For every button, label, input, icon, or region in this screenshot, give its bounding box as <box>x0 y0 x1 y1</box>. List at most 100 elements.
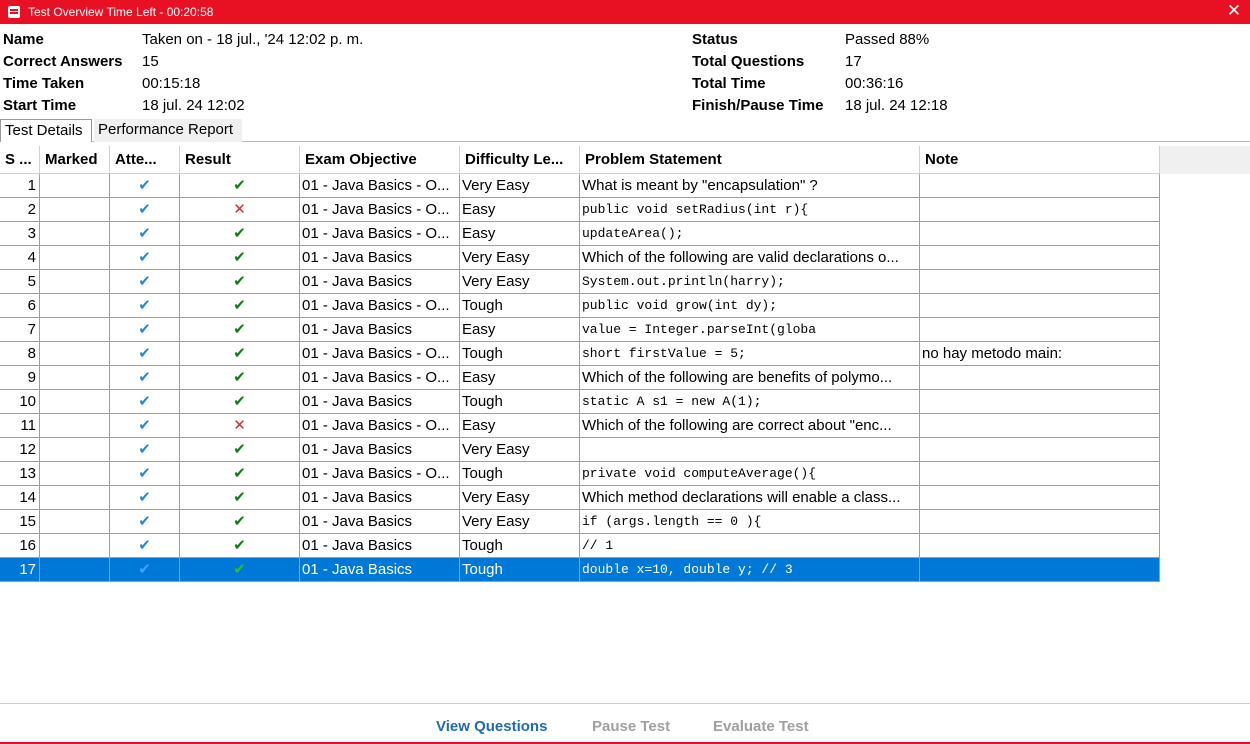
result-cell: ✔ <box>180 390 300 414</box>
attempted-cell: ✔ <box>110 198 180 222</box>
tab-test-details[interactable]: Test Details <box>0 119 92 142</box>
table-row[interactable]: 2 ✔ ✕ 01 - Java Basics - O... Easy public vo… <box>0 198 1160 222</box>
note-cell <box>920 318 1160 342</box>
start-time-label: Start Time <box>3 97 77 114</box>
result-cell: ✔ <box>180 318 300 342</box>
col-problem-statement[interactable]: Problem Statement <box>580 146 920 174</box>
window-title: Test Overview Time Left - 00:20:58 <box>28 5 214 19</box>
table-row[interactable]: 1 ✔ ✔ 01 - Java Basics - O... Very Easy What … <box>0 174 1160 198</box>
correct-check-icon: ✔ <box>233 249 246 266</box>
serial-cell: 5 <box>0 270 40 294</box>
correct-check-icon: ✔ <box>233 441 246 458</box>
attempted-check-icon: ✔ <box>138 393 151 410</box>
table-row[interactable]: 3 ✔ ✔ 01 - Java Basics - O... Easy updateAre… <box>0 222 1160 246</box>
table-row[interactable]: 16 ✔ ✔ 01 - Java Basics Tough// 1 <box>0 534 1160 558</box>
table-row[interactable]: 15 ✔ ✔ 01 - Java Basics Very Easy if (args.l… <box>0 510 1160 534</box>
marked-cell <box>40 342 110 366</box>
table-row[interactable]: 14 ✔ ✔ 01 - Java Basics Very Easy Which metho… <box>0 486 1160 510</box>
attempted-check-icon: ✔ <box>138 273 151 290</box>
start-time-value: 18 jul. 24 12:02 <box>142 97 245 114</box>
serial-cell: 11 <box>0 414 40 438</box>
attempted-cell: ✔ <box>110 438 180 462</box>
pause-test-button[interactable]: Pause Test <box>592 718 670 735</box>
objective-cell: 01 - Java Basics <box>300 558 460 582</box>
attempted-check-icon: ✔ <box>138 225 151 242</box>
table-row[interactable]: 10 ✔ ✔ 01 - Java Basics Tough static A s1 = … <box>0 390 1160 414</box>
result-cell: ✔ <box>180 246 300 270</box>
correct-check-icon: ✔ <box>233 561 246 578</box>
attempted-check-icon: ✔ <box>138 561 151 578</box>
col-serial[interactable]: S ... <box>0 146 40 174</box>
objective-cell: 01 - Java Basics - O... <box>300 222 460 246</box>
attempted-check-icon: ✔ <box>138 201 151 218</box>
table-row[interactable]: 4 ✔ ✔ 01 - Java Basics Very Easy Which of the… <box>0 246 1160 270</box>
table-row[interactable]: 7 ✔ ✔ 01 - Java Basics Easy value = Integer.… <box>0 318 1160 342</box>
table-row[interactable]: 11 ✔ ✕ 01 - Java Basics - O... Easy Which of … <box>0 414 1160 438</box>
tab-performance-report[interactable]: Performance Report <box>94 119 242 142</box>
table-row[interactable]: 6 ✔ ✔ 01 - Java Basics - O... Tough public v… <box>0 294 1160 318</box>
evaluate-test-button[interactable]: Evaluate Test <box>713 718 809 735</box>
difficulty-cell: Very Easy <box>460 174 580 198</box>
marked-cell <box>40 294 110 318</box>
problem-cell: static A s1 = new A(1); <box>580 390 920 414</box>
attempted-cell: ✔ <box>110 414 180 438</box>
problem-cell <box>580 438 920 462</box>
table-row[interactable]: 9 ✔ ✔ 01 - Java Basics - O... Easy Which of t… <box>0 366 1160 390</box>
attempted-check-icon: ✔ <box>138 249 151 266</box>
time-taken-value: 00:15:18 <box>142 75 201 92</box>
correct-check-icon: ✔ <box>233 273 246 290</box>
marked-cell <box>40 438 110 462</box>
attempted-check-icon: ✔ <box>138 417 151 434</box>
correct-answers-value: 15 <box>142 53 159 70</box>
col-exam-objective[interactable]: Exam Objective <box>300 146 460 174</box>
correct-check-icon: ✔ <box>233 177 246 194</box>
time-taken-label: Time Taken <box>3 75 85 92</box>
table-row[interactable]: 8 ✔ ✔ 01 - Java Basics - O... Tough short fir… <box>0 342 1160 366</box>
col-result[interactable]: Result <box>180 146 300 174</box>
result-cell: ✔ <box>180 174 300 198</box>
attempted-check-icon: ✔ <box>138 297 151 314</box>
col-note[interactable]: Note <box>920 146 1160 174</box>
marked-cell <box>40 366 110 390</box>
objective-cell: 01 - Java Basics - O... <box>300 294 460 318</box>
marked-cell <box>40 270 110 294</box>
objective-cell: 01 - Java Basics <box>300 486 460 510</box>
note-cell <box>920 294 1160 318</box>
note-cell <box>920 438 1160 462</box>
objective-cell: 01 - Java Basics - O... <box>300 462 460 486</box>
difficulty-cell: Very Easy <box>460 510 580 534</box>
col-difficulty[interactable]: Difficulty Le... <box>460 146 580 174</box>
title-bar: Test Overview Time Left - 00:20:58 ✕ <box>0 0 1250 24</box>
objective-cell: 01 - Java Basics <box>300 318 460 342</box>
status-label: Status <box>692 31 738 48</box>
attempted-cell: ✔ <box>110 318 180 342</box>
problem-cell: public void setRadius(int r){ <box>580 198 920 222</box>
close-icon[interactable]: ✕ <box>1224 1 1244 21</box>
difficulty-cell: Tough <box>460 390 580 414</box>
note-cell <box>920 366 1160 390</box>
note-cell <box>920 462 1160 486</box>
attempted-cell: ✔ <box>110 174 180 198</box>
app-icon <box>8 6 20 18</box>
col-attempted[interactable]: Atte... <box>110 146 180 174</box>
serial-cell: 15 <box>0 510 40 534</box>
view-questions-button[interactable]: View Questions <box>436 718 547 735</box>
note-cell <box>920 174 1160 198</box>
marked-cell <box>40 390 110 414</box>
col-marked[interactable]: Marked <box>40 146 110 174</box>
table-row[interactable]: 17 ✔ ✔ 01 - Java Basics Tough double x=10, d… <box>0 558 1160 582</box>
table-row[interactable]: 5 ✔ ✔ 01 - Java Basics Very Easy System.out.… <box>0 270 1160 294</box>
objective-cell: 01 - Java Basics - O... <box>300 174 460 198</box>
marked-cell <box>40 510 110 534</box>
note-cell <box>920 558 1160 582</box>
serial-cell: 4 <box>0 246 40 270</box>
incorrect-cross-icon: ✕ <box>233 201 246 218</box>
table-row[interactable]: 12 ✔ ✔ 01 - Java Basics Very Easy <box>0 438 1160 462</box>
difficulty-cell: Very Easy <box>460 246 580 270</box>
attempted-cell: ✔ <box>110 558 180 582</box>
difficulty-cell: Easy <box>460 414 580 438</box>
marked-cell <box>40 486 110 510</box>
table-row[interactable]: 13 ✔ ✔ 01 - Java Basics - O... Tough private… <box>0 462 1160 486</box>
objective-cell: 01 - Java Basics - O... <box>300 414 460 438</box>
attempted-check-icon: ✔ <box>138 537 151 554</box>
